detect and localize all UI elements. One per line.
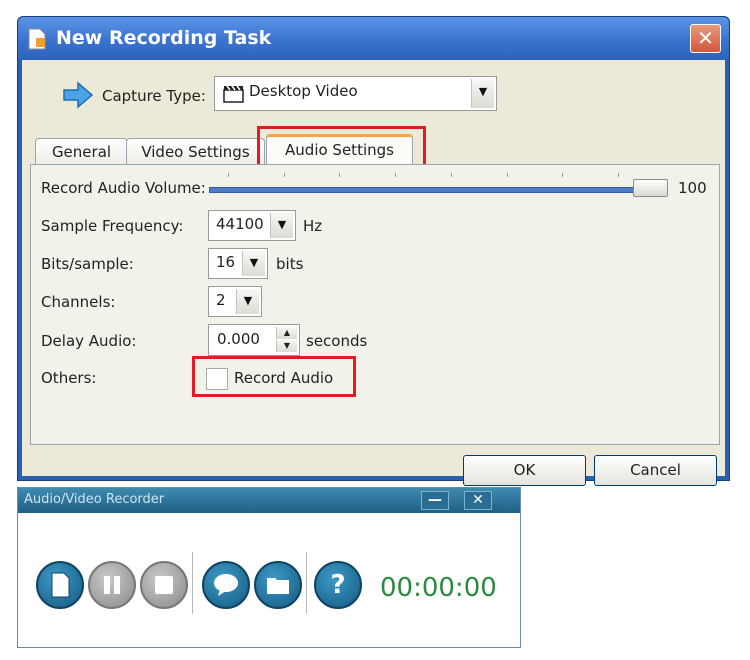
sample-frequency-select[interactable]: 44100 ▼ xyxy=(208,210,296,241)
audio-video-recorder-window: Audio/Video Recorder — ✕ ? 00:00:00 xyxy=(17,487,521,648)
bits-sample-label: Bits/sample: xyxy=(41,255,134,273)
pause-icon xyxy=(104,576,120,594)
chevron-down-icon[interactable]: ▼ xyxy=(270,213,293,238)
dialog-title: New Recording Task xyxy=(56,27,272,49)
slider-tick xyxy=(228,173,229,177)
help-button[interactable]: ? xyxy=(314,561,362,609)
comment-button[interactable] xyxy=(202,561,250,609)
sample-frequency-unit: Hz xyxy=(303,217,323,235)
others-label: Others: xyxy=(41,369,97,387)
volume-slider[interactable] xyxy=(209,187,654,193)
arrow-right-icon xyxy=(63,81,94,109)
spin-up-icon[interactable]: ▲ xyxy=(276,327,297,339)
tab-general[interactable]: General xyxy=(35,138,128,166)
capture-type-label: Capture Type: xyxy=(102,87,206,105)
bits-unit: bits xyxy=(276,255,304,273)
delay-audio-label: Delay Audio: xyxy=(41,332,137,350)
minimize-button[interactable]: — xyxy=(421,491,449,510)
minimize-icon: — xyxy=(428,492,442,508)
recording-timer: 00:00:00 xyxy=(380,573,497,603)
sample-frequency-label: Sample Frequency: xyxy=(41,217,184,235)
capture-type-select[interactable]: Desktop Video ▼ xyxy=(214,76,497,111)
chevron-down-icon[interactable]: ▼ xyxy=(236,289,259,314)
highlight-box-record-audio xyxy=(192,356,356,397)
spin-down-icon[interactable]: ▼ xyxy=(276,340,297,352)
new-recording-task-dialog: New Recording Task ✕ Capture Type: Deskt… xyxy=(17,16,730,486)
toolbar-separator xyxy=(192,552,193,614)
recorder-title: Audio/Video Recorder xyxy=(24,492,165,507)
ok-button[interactable]: OK xyxy=(463,455,586,486)
slider-tick xyxy=(339,173,340,177)
volume-value: 100 xyxy=(678,179,707,197)
folder-icon xyxy=(267,578,289,594)
stop-icon xyxy=(155,576,173,594)
slider-tick xyxy=(562,173,563,177)
delay-audio-input[interactable]: 0.000 xyxy=(217,330,260,348)
document-icon xyxy=(28,28,46,50)
volume-slider-handle[interactable] xyxy=(633,179,668,197)
channels-select[interactable]: 2 ▼ xyxy=(208,286,262,317)
slider-tick xyxy=(451,173,452,177)
new-icon xyxy=(51,572,70,598)
tab-video-settings[interactable]: Video Settings xyxy=(126,138,265,166)
pause-button[interactable] xyxy=(88,561,136,609)
capture-type-value: Desktop Video xyxy=(249,82,358,100)
help-icon: ? xyxy=(330,570,346,600)
audio-settings-panel: Record Audio Volume: 100 Sample Frequenc… xyxy=(30,164,720,445)
chevron-down-icon[interactable]: ▼ xyxy=(242,251,265,276)
close-icon: ✕ xyxy=(697,26,714,50)
cancel-button[interactable]: Cancel xyxy=(594,455,717,486)
slider-tick xyxy=(395,173,396,177)
close-icon: ✕ xyxy=(472,492,484,508)
bits-sample-select[interactable]: 16 ▼ xyxy=(208,248,268,279)
open-folder-button[interactable] xyxy=(254,561,302,609)
volume-label: Record Audio Volume: xyxy=(41,179,206,197)
channels-label: Channels: xyxy=(41,293,116,311)
toolbar-separator xyxy=(306,552,307,614)
clapperboard-icon xyxy=(223,85,244,103)
comment-icon xyxy=(214,574,238,596)
stop-button[interactable] xyxy=(140,561,188,609)
close-button[interactable]: ✕ xyxy=(464,491,492,510)
delay-unit: seconds xyxy=(306,332,368,350)
new-recording-button[interactable] xyxy=(36,561,84,609)
delay-audio-spinner[interactable]: 0.000 ▲ ▼ xyxy=(208,324,300,356)
recorder-titlebar[interactable]: Audio/Video Recorder — ✕ xyxy=(18,488,520,513)
chevron-down-icon[interactable]: ▼ xyxy=(471,79,494,108)
dialog-titlebar[interactable]: New Recording Task ✕ xyxy=(18,17,729,60)
slider-tick xyxy=(507,173,508,177)
slider-tick xyxy=(618,173,619,177)
close-button[interactable]: ✕ xyxy=(690,24,721,53)
slider-tick xyxy=(284,173,285,177)
dialog-body: Capture Type: Desktop Video ▼ General Vi… xyxy=(22,60,725,486)
